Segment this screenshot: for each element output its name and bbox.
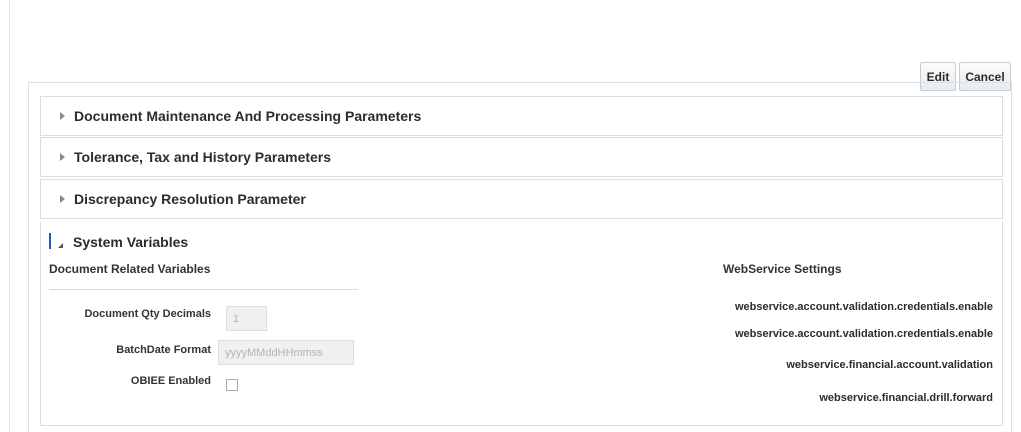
collapse-triangle-icon[interactable] [58,243,63,248]
expand-triangle-icon [60,153,65,161]
document-related-variables-heading: Document Related Variables [49,262,211,276]
document-qty-decimals-label: Document Qty Decimals [84,308,211,320]
webservice-setting-label: webservice.account.validation.credential… [735,328,993,340]
left-divider [9,0,10,432]
section-discrepancy-resolution[interactable]: Discrepancy Resolution Parameter [40,179,1003,219]
webservice-setting-label: webservice.account.validation.credential… [735,301,993,313]
section-tolerance-tax-history[interactable]: Tolerance, Tax and History Parameters [40,137,1003,177]
section-system-variables: System Variables Document Related Variab… [40,221,1003,426]
batchdate-format-label: BatchDate Format [116,344,211,356]
expand-triangle-icon [60,112,65,120]
webservice-setting-label: webservice.financial.drill.forward [819,392,993,404]
section-title: Document Maintenance And Processing Para… [74,108,422,124]
expand-triangle-icon [60,195,65,203]
obiee-enabled-checkbox[interactable] [226,379,238,391]
group-divider [49,289,358,290]
section-title: Discrepancy Resolution Parameter [74,191,306,207]
document-qty-decimals-field[interactable] [226,306,267,331]
webservice-settings-heading: WebService Settings [723,262,842,276]
webservice-setting-label: webservice.financial.account.validation [786,359,993,371]
focus-indicator [49,233,51,249]
section-document-maintenance[interactable]: Document Maintenance And Processing Para… [40,96,1003,136]
obiee-enabled-label: OBIEE Enabled [130,375,211,387]
batchdate-format-field[interactable] [218,340,354,365]
section-title: Tolerance, Tax and History Parameters [74,149,332,165]
section-title[interactable]: System Variables [73,234,188,250]
